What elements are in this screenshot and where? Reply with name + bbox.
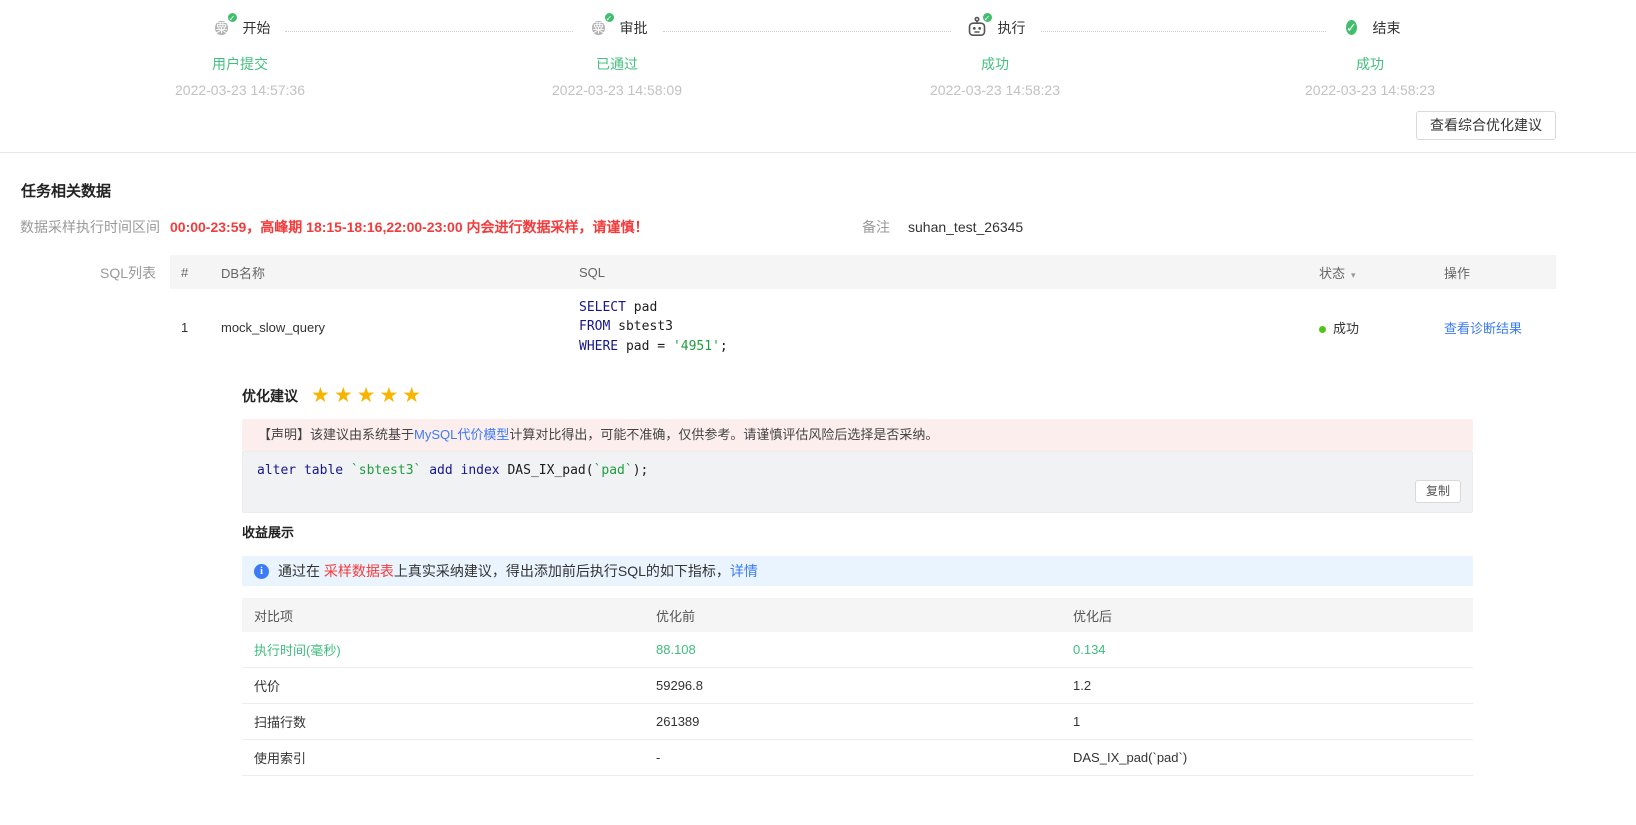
check-badge-icon: ✓ <box>603 12 615 23</box>
step-approval: 粟 ✓ 审批 已通过 2022-03-23 14:58:09 <box>457 12 777 98</box>
after-value: 0.134 <box>1073 642 1106 657</box>
step-execute: ✓ 执行 成功 2022-03-23 14:58:23 <box>835 12 1155 98</box>
copy-button[interactable]: 复制 <box>1414 480 1461 503</box>
step-status: 成功 <box>981 56 1009 72</box>
disclaimer-text: 【声明】该建议由系统基于 <box>258 427 415 442</box>
disclaimer-banner: 【声明】该建议由系统基于MySQL代价模型计算对比得出，可能不准确，仅供参考。请… <box>242 419 1473 451</box>
sql-table: # DB名称 SQL 状态 ▾ 操作 1 mock_slow_query SELE… <box>170 255 1556 776</box>
check-badge-icon: ✓ <box>226 12 238 23</box>
rating-stars-icon: ★★★★★ <box>311 384 426 407</box>
row-db-name: mock_slow_query <box>221 319 326 335</box>
step-label: 开始 <box>242 20 271 36</box>
benefit-table: 对比项 优化前 优化后 执行时间(毫秒) 88.108 0.134 代价 592… <box>242 598 1473 776</box>
step-label: 执行 <box>997 20 1026 36</box>
col-before: 优化前 <box>656 608 696 624</box>
remark-value: suhan_test_26345 <box>908 219 1024 235</box>
after-value: 1.2 <box>1073 678 1092 693</box>
workflow-detail-page: 粟 ✓ 开始 用户提交 2022-03-23 14:57:36 粟 ✓ 审批 已… <box>0 0 1636 825</box>
view-diagnosis-link[interactable]: 查看诊断结果 <box>1444 321 1522 336</box>
sample-table-highlight: 采样数据表 <box>323 563 394 579</box>
info-icon: i <box>254 563 269 579</box>
step-time: 2022-03-23 14:58:23 <box>930 82 1060 98</box>
view-overall-suggestion-button[interactable]: 查看综合优化建议 <box>1416 111 1556 140</box>
col-index: # <box>181 264 189 280</box>
row-sql-cell: SELECT pad FROM sbtest3 WHERE pad = '495… <box>579 298 1319 357</box>
benefit-title: 收益展示 <box>242 525 295 540</box>
col-status: 状态 ▾ <box>1319 265 1356 281</box>
table-row: 1 mock_slow_query SELECT pad FROM sbtest… <box>170 289 1556 365</box>
step-time: 2022-03-23 14:58:09 <box>552 82 682 98</box>
benefit-info-text: 通过在 采样数据表上真实采纳建议，得出添加前后执行SQL的如下指标，详情 <box>278 563 758 579</box>
status-badge: 成功 <box>1333 320 1360 336</box>
compare-item: 使用索引 <box>254 751 307 766</box>
table-row: 执行时间(毫秒) 88.108 0.134 <box>242 632 1473 668</box>
before-value: 261389 <box>656 714 700 729</box>
sql-statement: SELECT pad FROM sbtest3 WHERE pad = '495… <box>579 299 728 354</box>
step-label: 审批 <box>619 20 648 36</box>
task-section-title: 任务相关数据 <box>21 183 112 200</box>
col-action: 操作 <box>1444 265 1471 281</box>
detail-link[interactable]: 详情 <box>730 563 758 579</box>
suggested-sql-box: alter table `sbtest3` add index DAS_IX_p… <box>242 451 1473 513</box>
step-time: 2022-03-23 14:58:23 <box>1305 82 1435 98</box>
before-value: - <box>656 750 661 765</box>
robot-icon: ✓ <box>965 12 993 40</box>
col-compare-item: 对比项 <box>254 608 294 624</box>
col-sql: SQL <box>579 264 606 280</box>
sql-list-label: SQL列表 <box>99 265 156 281</box>
col-db-name: DB名称 <box>221 265 266 281</box>
step-status: 已通过 <box>596 56 638 72</box>
row-index: 1 <box>181 319 189 335</box>
task-info-row: 数据采样执行时间区间 00:00-23:59，高峰期 18:15-18:16,2… <box>0 217 1636 237</box>
benefit-table-header: 对比项 优化前 优化后 <box>242 598 1473 632</box>
success-check-icon: ✓ <box>1346 20 1357 35</box>
remark-label: 备注 <box>862 219 890 235</box>
row-status: 成功 <box>1319 318 1444 337</box>
table-row: 代价 59296.8 1.2 <box>242 668 1473 704</box>
section-divider <box>0 152 1636 153</box>
disclaimer-text: 计算对比得出，可能不准确，仅供参考。请谨慎评估风险后选择是否采纳。 <box>509 427 939 442</box>
sampling-window-warning: 00:00-23:59，高峰期 18:15-18:16,22:00-23:00 … <box>170 219 649 235</box>
before-value: 88.108 <box>656 642 696 657</box>
step-time: 2022-03-23 14:57:36 <box>175 82 305 98</box>
compare-item: 代价 <box>254 679 281 694</box>
sampling-window-label: 数据采样执行时间区间 <box>20 219 160 235</box>
table-row: 扫描行数 261389 1 <box>242 704 1473 740</box>
step-finish: ✓ 结束 成功 2022-03-23 14:58:23 <box>1210 15 1530 98</box>
status-dot-icon <box>1319 325 1326 333</box>
suggested-sql-statement: alter table `sbtest3` add index DAS_IX_p… <box>257 463 649 478</box>
suggestion-detail-panel: 优化建议 ★★★★★ 【声明】该建议由系统基于MySQL代价模型计算对比得出，可… <box>242 365 1473 776</box>
mysql-cost-model-link[interactable]: MySQL代价模型 <box>414 427 509 442</box>
check-badge-icon: ✓ <box>981 12 993 23</box>
suggestion-title: 优化建议 <box>242 388 298 404</box>
step-status: 成功 <box>1356 56 1384 72</box>
remark: 备注 suhan_test_26345 <box>862 217 1023 237</box>
row-action: 查看诊断结果 <box>1444 318 1556 337</box>
after-value: 1 <box>1073 714 1081 729</box>
step-label: 结束 <box>1372 20 1401 36</box>
suggestion-header: 优化建议 ★★★★★ <box>242 384 1473 407</box>
compare-item: 执行时间(毫秒) <box>254 643 341 658</box>
user-avatar-icon: 粟 ✓ <box>210 12 238 40</box>
step-start: 粟 ✓ 开始 用户提交 2022-03-23 14:57:36 <box>80 12 400 98</box>
status-filter-caret-icon[interactable]: ▾ <box>1351 270 1356 280</box>
col-after: 优化后 <box>1073 608 1113 624</box>
benefit-info-banner: i 通过在 采样数据表上真实采纳建议，得出添加前后执行SQL的如下指标，详情 <box>242 556 1473 586</box>
table-row: 使用索引 - DAS_IX_pad(`pad`) <box>242 740 1473 776</box>
after-value: DAS_IX_pad(`pad`) <box>1073 750 1188 765</box>
sql-table-header: # DB名称 SQL 状态 ▾ 操作 <box>170 255 1556 289</box>
compare-item: 扫描行数 <box>254 715 307 730</box>
before-value: 59296.8 <box>656 678 703 693</box>
user-avatar-icon: 粟 ✓ <box>587 12 615 40</box>
step-status: 用户提交 <box>212 56 268 72</box>
workflow-stepper: 粟 ✓ 开始 用户提交 2022-03-23 14:57:36 粟 ✓ 审批 已… <box>0 12 1636 111</box>
